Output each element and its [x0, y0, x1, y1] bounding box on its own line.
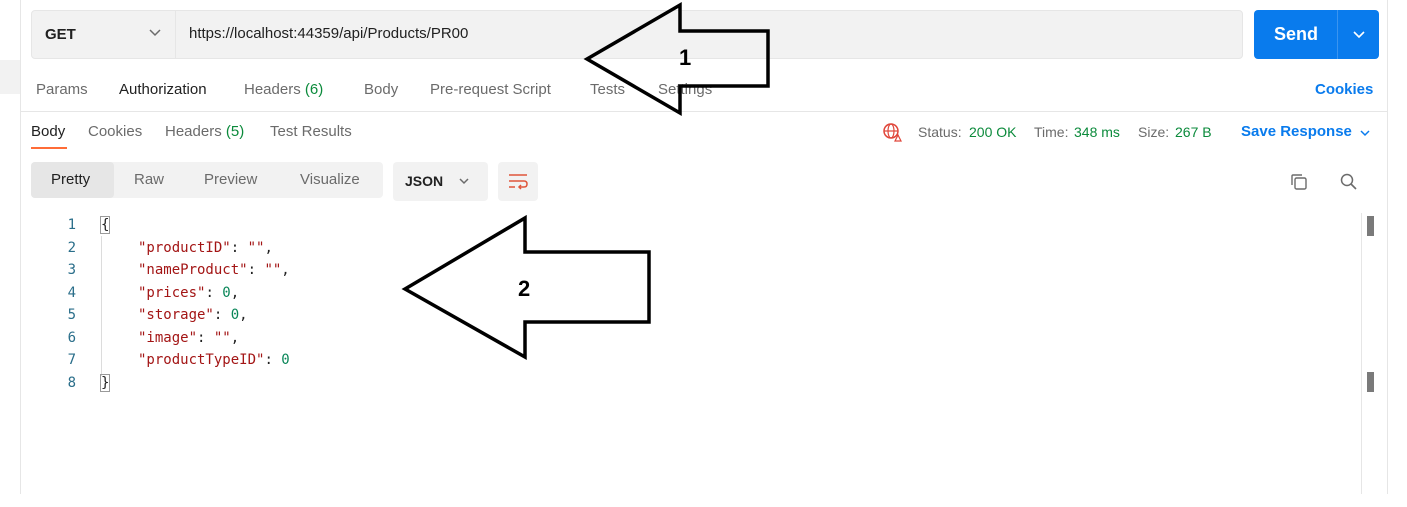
line-number: 8	[67, 374, 76, 391]
view-mode-raw[interactable]: Raw	[134, 171, 164, 188]
line-number: 7	[67, 352, 76, 368]
right-border	[1387, 0, 1388, 494]
line-number: 4	[67, 284, 76, 301]
response-tab-cookies[interactable]: Cookies	[88, 123, 142, 140]
view-mode-visualize[interactable]: Visualize	[300, 171, 360, 188]
tab-authorization[interactable]: Authorization	[119, 81, 207, 98]
wrap-lines-button[interactable]	[498, 162, 538, 201]
indent-guide	[101, 236, 102, 376]
json-key: "storage"	[138, 307, 214, 323]
format-label: JSON	[405, 173, 444, 189]
response-tab-body[interactable]: Body	[31, 123, 65, 140]
view-mode-preview[interactable]: Preview	[204, 171, 257, 188]
json-brace: }	[99, 373, 111, 392]
tab-headers[interactable]: Headers (6)	[244, 81, 323, 98]
json-separator: :	[247, 262, 265, 278]
code-line: "productID": "",	[138, 240, 273, 256]
tab-headers-label: Headers	[244, 81, 301, 98]
send-divider	[1337, 10, 1338, 59]
json-value: 0	[230, 307, 240, 323]
save-response-button[interactable]: Save Response	[1241, 123, 1352, 140]
json-comma: ,	[264, 239, 273, 256]
chevron-down-icon[interactable]	[1359, 127, 1371, 139]
json-value: ""	[247, 239, 265, 256]
chevron-down-icon	[459, 178, 469, 185]
json-value: 0	[281, 352, 290, 368]
code-line: "nameProduct": "",	[138, 262, 290, 278]
json-key: "productID"	[138, 239, 231, 256]
json-comma: ,	[230, 284, 240, 301]
code-line: }	[99, 373, 111, 392]
copy-icon[interactable]	[1289, 172, 1309, 192]
json-separator: :	[205, 284, 223, 301]
time-value[interactable]: 348 ms	[1074, 124, 1120, 140]
tab-headers-count: (6)	[304, 81, 324, 98]
json-key: "nameProduct"	[138, 262, 248, 278]
code-line: {	[99, 216, 111, 234]
tab-body[interactable]: Body	[364, 81, 398, 98]
scrollbar-thumb[interactable]	[1367, 216, 1374, 236]
left-sidebar-strip	[0, 0, 21, 494]
size-value[interactable]: 267 B	[1175, 124, 1212, 140]
active-tab-indicator	[31, 147, 67, 149]
chevron-down-icon[interactable]	[1352, 28, 1366, 42]
line-number: 5	[67, 307, 76, 323]
json-value: 0	[222, 284, 231, 301]
json-value: ""	[264, 262, 282, 278]
url-input[interactable]: https://localhost:44359/api/Products/PR0…	[189, 25, 468, 42]
tab-pre-request-script[interactable]: Pre-request Script	[430, 81, 551, 98]
json-separator: :	[230, 239, 248, 256]
annotation-label-2: 2	[518, 276, 531, 301]
status-value[interactable]: 200 OK	[969, 124, 1016, 140]
send-button-label: Send	[1274, 24, 1319, 44]
response-tab-headers-label: Headers	[165, 123, 222, 140]
json-brace: {	[99, 216, 111, 234]
json-value: ""	[213, 329, 231, 346]
editor-scrollbar[interactable]	[1361, 213, 1382, 494]
line-number: 6	[67, 329, 76, 346]
response-tab-headers[interactable]: Headers (5)	[165, 123, 244, 140]
json-comma: ,	[230, 329, 240, 346]
code-line: "prices": 0,	[138, 285, 239, 301]
tab-params[interactable]: Params	[36, 81, 88, 98]
time-label: Time:	[1034, 124, 1069, 140]
json-separator: :	[197, 329, 214, 346]
size-label: Size:	[1138, 124, 1170, 140]
json-separator: :	[264, 352, 282, 368]
globe-warning-icon[interactable]	[882, 122, 902, 142]
cookies-link[interactable]: Cookies	[1315, 81, 1373, 98]
json-comma: ,	[281, 262, 290, 278]
wrap-lines-icon	[509, 174, 528, 190]
json-key: "image"	[138, 329, 198, 346]
code-line: "storage": 0,	[138, 307, 248, 323]
line-number: 1	[67, 217, 76, 233]
search-icon[interactable]	[1339, 172, 1359, 192]
view-mode-pretty[interactable]: Pretty	[51, 171, 90, 188]
method-label: GET	[45, 26, 76, 43]
status-label: Status:	[918, 124, 962, 140]
line-number: 2	[67, 239, 76, 256]
response-tab-headers-count: (5)	[225, 123, 245, 140]
json-key: "productTypeID"	[138, 352, 265, 368]
response-tab-test-results[interactable]: Test Results	[270, 123, 352, 140]
json-separator: :	[213, 307, 231, 323]
code-line: "image": "",	[138, 330, 239, 346]
scrollbar-marker	[1367, 372, 1374, 392]
code-line: "productTypeID": 0	[138, 352, 290, 368]
chevron-down-icon	[149, 29, 161, 37]
json-key: "prices"	[138, 284, 206, 301]
line-number: 3	[67, 262, 76, 278]
annotation-label-1: 1	[679, 45, 692, 70]
json-comma: ,	[239, 307, 248, 323]
